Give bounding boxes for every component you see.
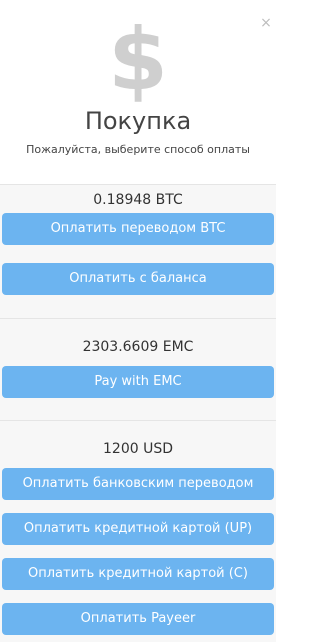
dialog-header: $ Покупка Пожалуйста, выберите способ оп…	[0, 0, 276, 184]
usd-amount: 1200 USD	[103, 441, 173, 457]
dollar-icon: $	[108, 10, 168, 110]
btc-payment-section: 0.18948 BTC Оплатить переводом BTC Оплат…	[0, 184, 276, 318]
pay-bank-transfer-button[interactable]: Оплатить банковским переводом	[2, 468, 274, 500]
btc-amount: 0.18948 BTC	[93, 192, 183, 208]
pay-btc-transfer-button[interactable]: Оплатить переводом BTC	[2, 213, 274, 245]
emc-amount: 2303.6609 EMC	[82, 339, 194, 355]
page-subtitle: Пожалуйста, выберите способ оплаты	[26, 143, 250, 156]
pay-with-emc-button[interactable]: Pay with EMC	[2, 366, 274, 398]
pay-credit-card-up-button[interactable]: Оплатить кредитной картой (UP)	[2, 513, 274, 545]
pay-credit-card-c-button[interactable]: Оплатить кредитной картой (C)	[2, 558, 274, 590]
emc-payment-section: 2303.6609 EMC Pay with EMC	[0, 318, 276, 420]
pay-payeer-button[interactable]: Оплатить Payeer	[2, 603, 274, 635]
pay-from-balance-button[interactable]: Оплатить с баланса	[2, 263, 274, 295]
usd-payment-section: 1200 USD Оплатить банковским переводом О…	[0, 420, 276, 642]
page-title: Покупка	[84, 107, 192, 135]
